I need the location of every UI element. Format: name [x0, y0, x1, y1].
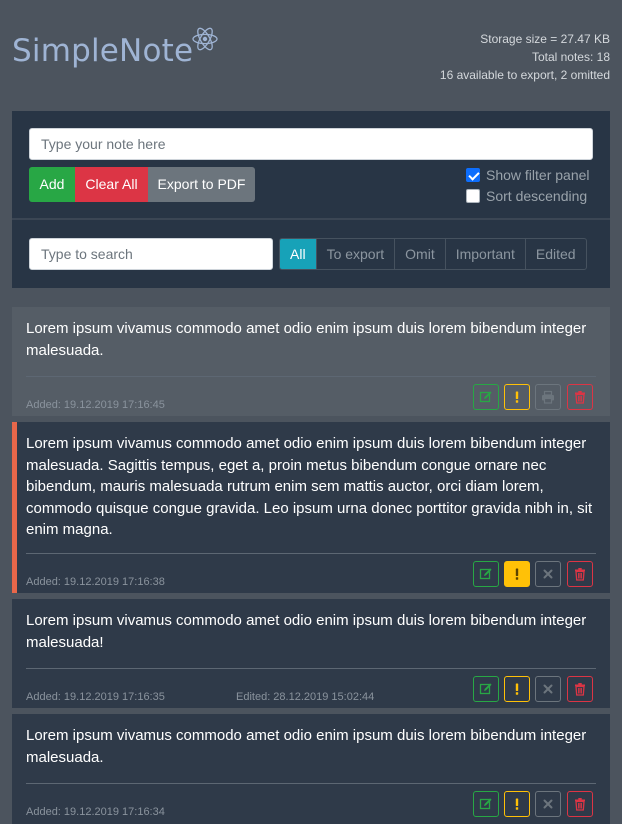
note-text: Lorem ipsum vivamus commodo amet odio en…: [26, 435, 593, 538]
mark-important-button[interactable]: [504, 561, 530, 587]
exclamation-icon: [510, 390, 524, 404]
trash-icon: [573, 567, 587, 581]
omit-note-button[interactable]: [535, 561, 561, 587]
trash-icon: [573, 682, 587, 696]
export-toggle-button[interactable]: [535, 384, 561, 410]
filter-tab-important[interactable]: Important: [444, 239, 525, 269]
edit-icon: [479, 390, 493, 404]
edit-icon: [479, 682, 493, 696]
edit-icon: [479, 797, 493, 811]
note-separator: [26, 376, 596, 377]
mark-important-button[interactable]: [504, 676, 530, 702]
delete-note-button[interactable]: [567, 561, 593, 587]
important-marker: [12, 422, 17, 593]
mark-important-button[interactable]: [504, 791, 530, 817]
app-title: SimpleNote: [12, 33, 194, 69]
note-added-date: Added: 19.12.2019 17:16:34: [26, 806, 165, 818]
storage-size: Storage size = 27.47 KB: [480, 32, 610, 46]
note-added-date: Added: 19.12.2019 17:16:45: [26, 399, 165, 411]
stats-summary: Storage size = 27.47 KB Total notes: 18 …: [440, 30, 610, 84]
sort-descending-label: Sort descending: [486, 188, 588, 204]
add-button[interactable]: Add: [29, 167, 75, 202]
note-separator: [26, 783, 596, 784]
edit-note-button[interactable]: [473, 384, 499, 410]
filter-tabs: All To export Omit Important Edited: [279, 238, 587, 270]
clear-all-button[interactable]: Clear All: [75, 167, 148, 202]
note-text: Lorem ipsum vivamus commodo amet odio en…: [26, 612, 587, 651]
filter-tab-to-export[interactable]: To export: [315, 239, 395, 269]
edit-note-button[interactable]: [473, 791, 499, 817]
omit-note-button[interactable]: [535, 676, 561, 702]
filter-tab-omit[interactable]: Omit: [394, 239, 445, 269]
delete-note-button[interactable]: [567, 384, 593, 410]
panel-divider: [12, 218, 610, 220]
x-icon: [541, 797, 555, 811]
omit-note-button[interactable]: [535, 791, 561, 817]
note-card: Lorem ipsum vivamus commodo amet odio en…: [12, 422, 610, 593]
note-separator: [26, 668, 596, 669]
edit-note-button[interactable]: [473, 561, 499, 587]
note-card: Lorem ipsum vivamus commodo amet odio en…: [12, 599, 610, 708]
control-panel: Type your note here Add Clear All Export…: [12, 111, 610, 288]
note-input[interactable]: Type your note here: [29, 128, 593, 160]
filter-tab-edited[interactable]: Edited: [524, 239, 586, 269]
note-added-date: Added: 19.12.2019 17:16:38: [26, 576, 165, 588]
export-summary: 16 available to export, 2 omitted: [439, 68, 610, 82]
trash-icon: [573, 390, 587, 404]
filter-tab-all[interactable]: All: [280, 239, 316, 269]
exclamation-icon: [510, 567, 524, 581]
edit-note-button[interactable]: [473, 676, 499, 702]
sort-descending-checkbox[interactable]: [466, 189, 480, 203]
search-input[interactable]: Type to search: [29, 238, 273, 270]
print-icon: [541, 390, 555, 404]
note-edited-date: Edited: 28.12.2019 15:02:44: [236, 691, 375, 703]
delete-note-button[interactable]: [567, 791, 593, 817]
export-pdf-button[interactable]: Export to PDF: [148, 167, 255, 202]
exclamation-icon: [510, 797, 524, 811]
note-added-date: Added: 19.12.2019 17:16:35: [26, 691, 165, 703]
note-text: Lorem ipsum vivamus commodo amet odio en…: [26, 320, 587, 359]
x-icon: [541, 567, 555, 581]
exclamation-icon: [510, 682, 524, 696]
note-card: Lorem ipsum vivamus commodo amet odio en…: [12, 714, 610, 824]
react-atom-icon: [192, 27, 218, 51]
x-icon: [541, 682, 555, 696]
mark-important-button[interactable]: [504, 384, 530, 410]
note-text: Lorem ipsum vivamus commodo amet odio en…: [26, 727, 587, 766]
note-card: Lorem ipsum vivamus commodo amet odio en…: [12, 307, 610, 416]
show-filter-checkbox[interactable]: [466, 168, 480, 182]
edit-icon: [479, 567, 493, 581]
total-notes: Total notes: 18: [531, 50, 610, 64]
note-separator: [26, 553, 596, 554]
app-header: SimpleNote Storage size = 27.47 KB Total…: [0, 0, 622, 110]
delete-note-button[interactable]: [567, 676, 593, 702]
trash-icon: [573, 797, 587, 811]
show-filter-label: Show filter panel: [486, 167, 590, 183]
